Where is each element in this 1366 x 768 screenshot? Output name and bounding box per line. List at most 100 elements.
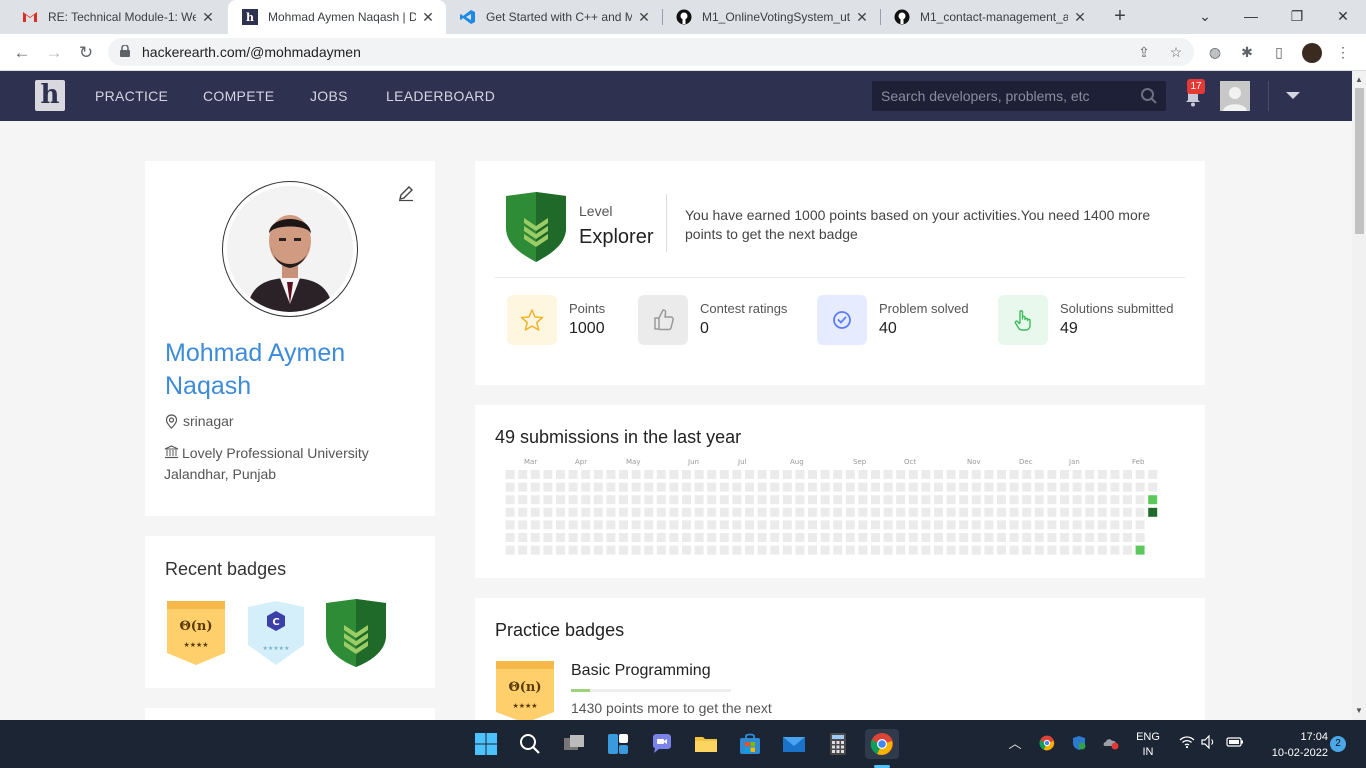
url-field[interactable]: hackerearth.com/@mohmadaymen ⇪ ☆ <box>108 38 1194 66</box>
heatmap-cell[interactable] <box>606 520 616 530</box>
page-scrollbar[interactable]: ▲ ▼ <box>1352 71 1366 720</box>
heatmap-cell[interactable] <box>959 545 969 555</box>
heatmap-cell[interactable] <box>808 470 817 479</box>
taskbar-clock[interactable]: 17:04 10-02-2022 <box>1248 729 1328 761</box>
heatmap-cell[interactable] <box>820 545 830 555</box>
heatmap-cell[interactable] <box>808 495 817 505</box>
heatmap-cell[interactable] <box>833 495 843 505</box>
heatmap-cell[interactable] <box>581 507 591 517</box>
heatmap-cell[interactable] <box>581 533 591 542</box>
heatmap-cell[interactable] <box>959 507 969 517</box>
heatmap-cell[interactable] <box>1009 507 1019 517</box>
heatmap-cell[interactable] <box>719 545 729 555</box>
heatmap-cell[interactable] <box>707 520 717 530</box>
heatmap-cell[interactable] <box>871 495 880 505</box>
tab-github-contact[interactable]: M1_contact-management_ap ✕ <box>880 0 1098 34</box>
heatmap-cell[interactable] <box>694 545 704 555</box>
heatmap-cell[interactable] <box>908 482 918 492</box>
file-explorer-button[interactable] <box>691 729 721 759</box>
heatmap-cell[interactable] <box>1135 470 1145 479</box>
explorer-badge[interactable] <box>325 599 387 667</box>
heatmap-cell[interactable] <box>934 495 943 505</box>
heatmap-cell[interactable] <box>1072 507 1082 517</box>
heatmap-cell[interactable] <box>795 507 805 517</box>
side-panel-icon[interactable]: ▯ <box>1270 43 1288 61</box>
heatmap-cell[interactable] <box>959 470 969 479</box>
heatmap-cell[interactable] <box>757 470 767 479</box>
heatmap-cell[interactable] <box>908 507 918 517</box>
heatmap-cell[interactable] <box>845 507 855 517</box>
start-button[interactable] <box>471 729 501 759</box>
heatmap-cell[interactable] <box>518 470 528 479</box>
close-window-button[interactable]: ✕ <box>1320 0 1366 34</box>
heatmap-cell[interactable] <box>833 482 843 492</box>
heatmap-cell[interactable] <box>921 507 931 517</box>
heatmap-cell[interactable] <box>984 520 994 530</box>
heatmap-cell[interactable] <box>1060 470 1069 479</box>
close-tab-icon[interactable]: ✕ <box>420 9 436 26</box>
heatmap-cell[interactable] <box>1085 470 1095 479</box>
heatmap-cell[interactable] <box>883 533 893 542</box>
heatmap-cell[interactable] <box>1097 545 1107 555</box>
heatmap-cell[interactable] <box>971 495 981 505</box>
heatmap-cell[interactable] <box>745 495 754 505</box>
c-badge[interactable]: C ★★★★★ <box>245 599 307 667</box>
heatmap-cell[interactable] <box>845 495 855 505</box>
heatmap-cell[interactable] <box>782 533 792 542</box>
heatmap-cell[interactable] <box>757 533 767 542</box>
heatmap-cell[interactable] <box>896 470 906 479</box>
heatmap-cell[interactable] <box>530 520 540 530</box>
heatmap-cell[interactable] <box>1135 507 1145 517</box>
heatmap-cell[interactable] <box>795 533 805 542</box>
heatmap-cell[interactable] <box>656 495 666 505</box>
heatmap-cell[interactable] <box>1085 520 1095 530</box>
heatmap-cell[interactable] <box>530 482 540 492</box>
heatmap-cell[interactable] <box>795 545 805 555</box>
heatmap-cell[interactable] <box>997 520 1006 530</box>
heatmap-cell[interactable] <box>959 495 969 505</box>
heatmap-cell[interactable] <box>934 507 943 517</box>
heatmap-cell[interactable] <box>1060 507 1069 517</box>
heatmap-cell[interactable] <box>707 482 717 492</box>
heatmap-cell[interactable] <box>669 533 679 542</box>
heatmap-cell[interactable] <box>1009 520 1019 530</box>
heatmap-cell[interactable] <box>997 470 1006 479</box>
heatmap-cell[interactable] <box>1110 482 1120 492</box>
heatmap-cell[interactable] <box>1072 482 1082 492</box>
heatmap-cell[interactable] <box>883 470 893 479</box>
taskbar-search-button[interactable] <box>515 729 545 759</box>
heatmap-cell[interactable] <box>959 533 969 542</box>
heatmap-cell[interactable] <box>619 482 628 492</box>
heatmap-cell[interactable] <box>908 533 918 542</box>
heatmap-cell[interactable] <box>719 520 729 530</box>
heatmap-cell[interactable] <box>568 545 578 555</box>
heatmap-cell[interactable] <box>833 507 843 517</box>
heatmap-cell[interactable] <box>770 545 780 555</box>
heatmap-cell[interactable] <box>795 495 805 505</box>
heatmap-cell[interactable] <box>782 507 792 517</box>
heatmap-cell[interactable] <box>997 495 1006 505</box>
heatmap-cell[interactable] <box>745 545 754 555</box>
heatmap-cell[interactable] <box>770 470 780 479</box>
heatmap-cell[interactable] <box>619 495 628 505</box>
heatmap-cell[interactable] <box>971 470 981 479</box>
heatmap-cell[interactable] <box>631 470 641 479</box>
heatmap-cell[interactable] <box>1009 495 1019 505</box>
heatmap-cell[interactable] <box>1060 495 1069 505</box>
heatmap-cell[interactable] <box>921 520 931 530</box>
heatmap-cell[interactable] <box>1097 507 1107 517</box>
heatmap-cell[interactable] <box>606 482 616 492</box>
heatmap-cell[interactable] <box>669 495 679 505</box>
heatmap-cell[interactable] <box>770 507 780 517</box>
heatmap-cell[interactable] <box>1060 545 1069 555</box>
heatmap-cell[interactable] <box>543 470 553 479</box>
heatmap-cell[interactable] <box>845 520 855 530</box>
heatmap-cell[interactable] <box>1085 545 1095 555</box>
heatmap-cell[interactable] <box>883 495 893 505</box>
heatmap-cell[interactable] <box>530 495 540 505</box>
heatmap-cell[interactable] <box>1034 470 1044 479</box>
heatmap-cell[interactable] <box>833 520 843 530</box>
heatmap-cell[interactable] <box>820 482 830 492</box>
heatmap-cell[interactable] <box>556 495 565 505</box>
heatmap-cell[interactable] <box>770 495 780 505</box>
